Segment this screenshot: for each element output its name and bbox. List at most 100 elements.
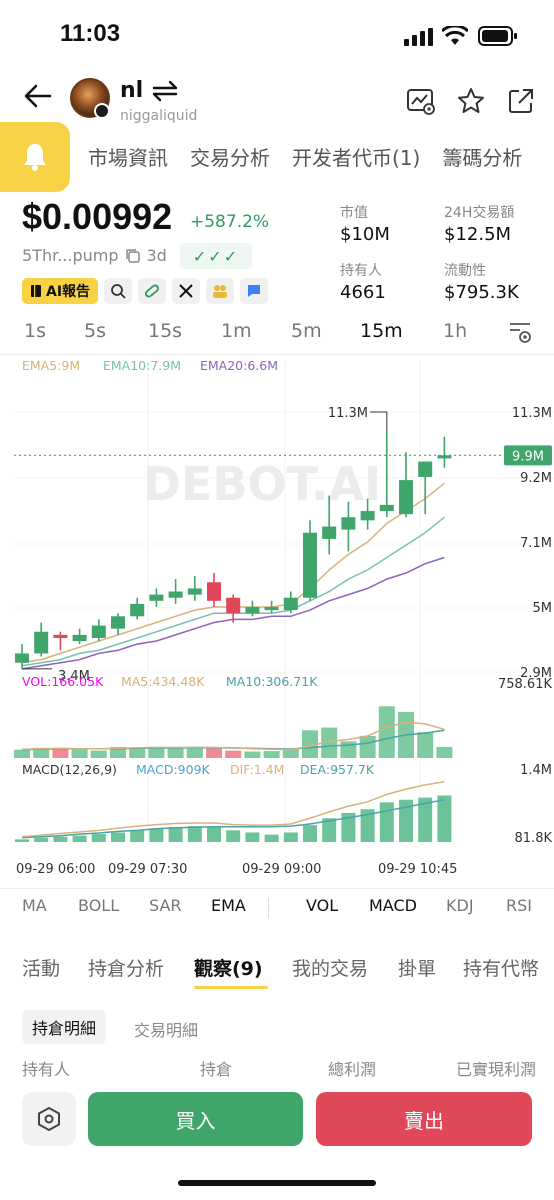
macd-bar [187, 826, 202, 842]
volume-label: 24H交易額 [444, 205, 515, 221]
address-text: 5Thr...pump [22, 246, 119, 265]
indicator-separator [268, 898, 269, 918]
timeframe-5m[interactable]: 5m [291, 320, 322, 342]
timeframe-15m[interactable]: 15m [360, 320, 403, 342]
search-icon [111, 284, 126, 299]
macd-bar [72, 835, 87, 842]
indicator-ma[interactable]: MA [22, 896, 47, 915]
tab-trade-analysis[interactable]: 交易分析 [190, 142, 270, 171]
security-checks-badge[interactable]: ✓✓✓ [180, 243, 252, 269]
indicator-vol[interactable]: VOL [306, 896, 338, 915]
candle [264, 607, 279, 611]
hexagon-settings-icon [38, 1107, 60, 1131]
x-tool[interactable] [172, 278, 201, 304]
copy-icon[interactable] [125, 248, 141, 264]
price-tick: 5M [533, 601, 553, 616]
tab-watch[interactable]: 觀察(9) [194, 954, 263, 981]
share-icon[interactable] [506, 86, 536, 116]
liquidity-label: 流動性 [444, 263, 486, 279]
tab-chip-analysis[interactable]: 籌碼分析 [442, 142, 522, 171]
indicator-ema[interactable]: EMA [211, 896, 246, 915]
tab-dev-tokens[interactable]: 开发者代币(1) [292, 142, 420, 171]
volume-bar [167, 747, 184, 758]
subtab-trade-detail[interactable]: 交易明細 [134, 1017, 198, 1041]
ai-report-label: AI報告 [46, 284, 91, 300]
macd-bar [379, 802, 394, 842]
timeframe-1h[interactable]: 1h [443, 320, 467, 342]
subtab-holding-detail[interactable]: 持倉明細 [22, 1010, 107, 1044]
timeframe-5s[interactable]: 5s [84, 320, 106, 342]
indicator-boll[interactable]: BOLL [78, 896, 119, 915]
candle [322, 526, 337, 539]
candle [15, 653, 29, 663]
ai-report-button[interactable]: AI報告 [22, 278, 99, 304]
mcap-value: $10M [340, 224, 390, 245]
volume-bar [436, 746, 453, 758]
volume-legend: MA10:306.71K [226, 674, 318, 689]
timeframe-1s[interactable]: 1s [24, 320, 46, 342]
x-axis-label: 09-29 10:45 [378, 862, 457, 877]
candle [187, 588, 202, 595]
indicator-rsi[interactable]: RSI [506, 896, 532, 915]
chart-settings-icon[interactable] [508, 320, 532, 344]
volume-bar [225, 750, 242, 758]
x-axis-label: 09-29 07:30 [108, 862, 187, 877]
indicator-sar[interactable]: SAR [149, 896, 182, 915]
token-handle: niggaliquid [120, 108, 198, 124]
contract-address[interactable]: 5Thr...pump 3d [22, 246, 167, 265]
bell-icon [24, 144, 46, 171]
high-marker: 11.3M [328, 406, 368, 421]
indicator-macd[interactable]: MACD [369, 896, 417, 915]
tab-activity[interactable]: 活動 [22, 954, 60, 981]
price-change: +587.2% [190, 212, 270, 232]
volume-bar [244, 751, 261, 758]
tab-orders[interactable]: 掛單 [398, 954, 436, 981]
tab-my-trades[interactable]: 我的交易 [292, 954, 368, 981]
star-icon[interactable] [456, 86, 486, 116]
tab-held-tokens[interactable]: 持有代幣 [463, 954, 554, 981]
tool-row: AI報告 [22, 278, 269, 304]
candle [91, 625, 106, 638]
alert-bell-button[interactable] [0, 122, 70, 192]
candle [53, 634, 68, 638]
watch-chart-icon[interactable] [406, 86, 436, 116]
price-tick: 9.2M [520, 471, 552, 486]
candle [149, 594, 164, 601]
pill-tool[interactable] [138, 278, 167, 304]
x-logo-icon [179, 284, 193, 298]
holders-value: 4661 [340, 282, 386, 303]
volume-legend: VOL:166.05K [22, 674, 104, 689]
macd-bar [245, 832, 260, 842]
col-position: 持倉 [200, 1060, 233, 1079]
macd-legend: DEA:957.7K [300, 762, 375, 777]
trade-settings-button[interactable] [22, 1092, 76, 1146]
chat-tool[interactable] [240, 278, 269, 304]
candle [360, 511, 375, 521]
timeframe-15s[interactable]: 15s [148, 320, 182, 342]
candle [399, 480, 413, 515]
holders-label: 持有人 [340, 263, 382, 279]
tab-holdings-analysis[interactable]: 持倉分析 [88, 954, 164, 981]
macd-bar [130, 830, 145, 842]
volume-legend: MA5:434.48K [121, 674, 205, 689]
macd-bar [168, 827, 183, 842]
swap-icon[interactable] [150, 80, 180, 102]
divider [0, 888, 554, 889]
sell-button[interactable]: 賣出 [316, 1092, 532, 1146]
search-tool[interactable] [104, 278, 133, 304]
volume-max-label: 758.61K [498, 677, 552, 692]
price-tick: 7.1M [520, 536, 552, 551]
macd-bar [149, 828, 164, 842]
indicator-kdj[interactable]: KDJ [446, 896, 474, 915]
timeframe-1m[interactable]: 1m [221, 320, 252, 342]
community-tool[interactable] [206, 278, 235, 304]
price-chart[interactable]: DEBOT.AI EMA5:9M EMA10:7.9M EMA20:6.6M 11.3M… [0, 350, 554, 885]
tab-market-info[interactable]: 市場資訊 [88, 142, 168, 171]
high-marker-line [370, 411, 388, 434]
back-arrow-icon[interactable] [22, 80, 54, 112]
buy-button[interactable]: 買入 [88, 1092, 303, 1146]
macd-legend: DIF:1.4M [230, 762, 284, 777]
price-tick: 11.3M [512, 406, 552, 421]
candle [418, 461, 433, 477]
top-tabs: 市場資訊 交易分析 开发者代币(1) 籌碼分析 [88, 142, 522, 171]
